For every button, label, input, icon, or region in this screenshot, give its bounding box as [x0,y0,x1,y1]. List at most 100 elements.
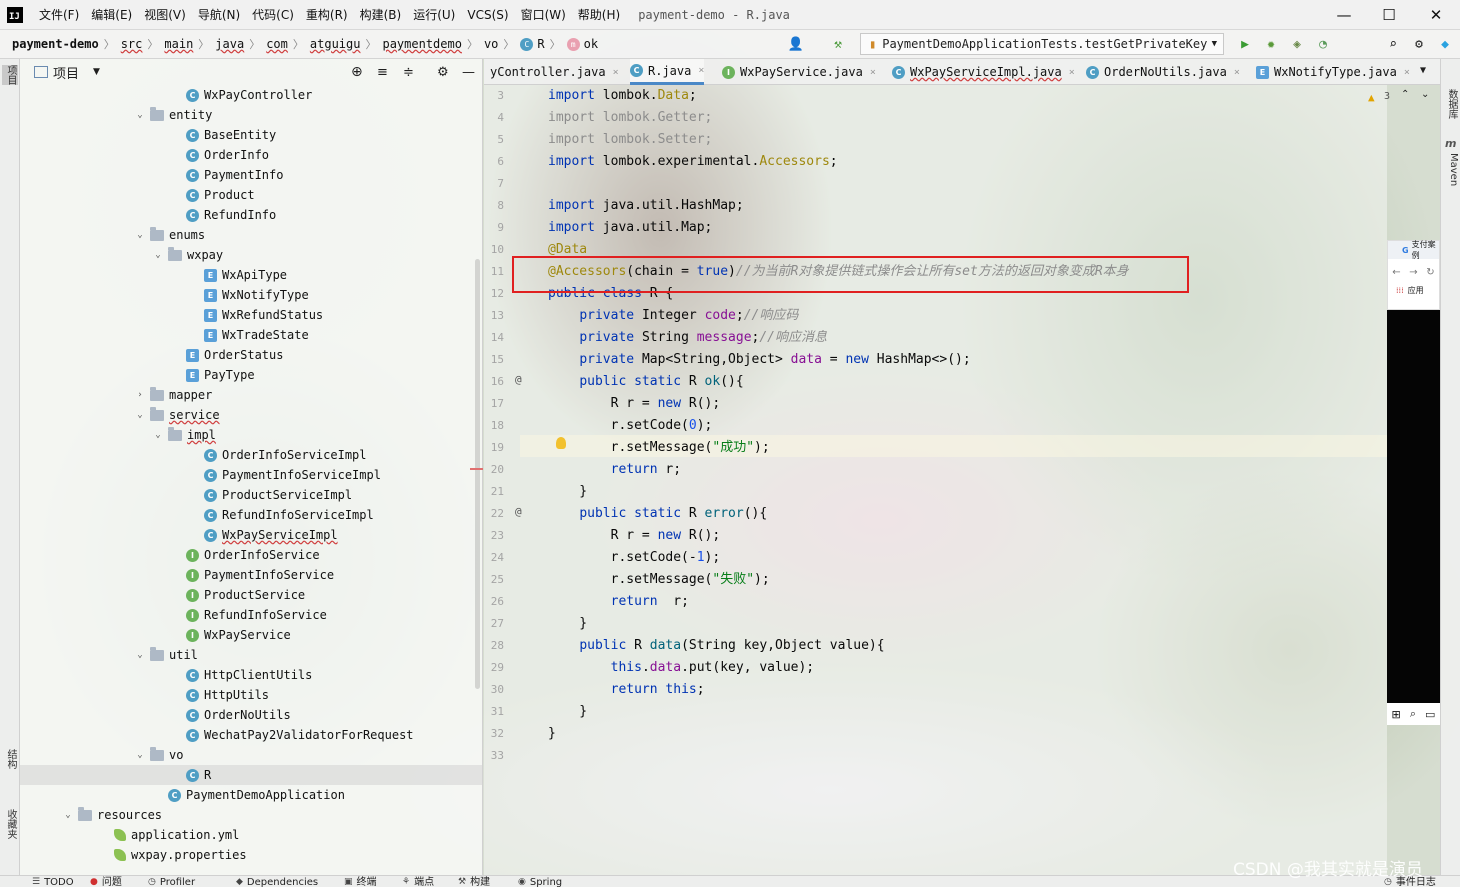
tree-file[interactable]: C HttpUtils [20,685,483,705]
tree-file[interactable]: C ProductServiceImpl [20,485,483,505]
tree-file[interactable]: I OrderInfoService [20,545,483,565]
chevron-down-icon[interactable]: ⌄ [62,810,74,820]
tree-scrollbar[interactable] [475,259,480,689]
favorites-tool-tab[interactable]: 收藏夹 [2,809,18,839]
breadcrumb-item[interactable]: paymentdemo 〉 [376,36,477,52]
tree-file[interactable]: C RefundInfo [20,205,483,225]
debug-icon[interactable]: ✹ [1262,35,1280,53]
user-icon[interactable]: 👤 [787,35,805,53]
tree-file[interactable]: C OrderNoUtils [20,705,483,725]
search-icon[interactable]: ⌕ [1384,35,1402,53]
project-tool-tab[interactable]: 项目 [2,65,18,85]
tree-folder[interactable]: ⌄ util [20,645,483,665]
profile-icon[interactable]: ◔ [1314,35,1332,53]
close-button[interactable]: ✕ [1413,0,1459,30]
bottom-tool-button[interactable]: ⚒ 构建 [458,876,490,887]
menu-item[interactable]: 构建(B) [354,0,408,30]
breadcrumb-item[interactable]: atguigu 〉 [304,36,377,52]
apps-bookmark[interactable]: ⁞⁞⁞ 应用 [1388,285,1439,296]
tree-file[interactable]: C WechatPay2ValidatorForRequest [20,725,483,745]
tree-folder[interactable]: ⌄ wxpay [20,245,483,265]
collapse-all-icon[interactable]: ≑ [403,65,414,80]
database-tool-tab[interactable]: 数据库 [1443,89,1459,119]
next-highlight-icon[interactable]: ⌄ [1421,89,1429,100]
reload-icon[interactable]: ↻ [1426,267,1434,278]
menu-item[interactable]: 帮助(H) [572,0,626,30]
breadcrumb-item[interactable]: java 〉 [209,36,260,52]
bottom-tool-button[interactable]: ⚘ 端点 [402,876,434,887]
tree-file[interactable]: C PaymentDemoApplication [20,785,483,805]
toolbox-icon[interactable]: ◆ [1436,35,1454,53]
project-panel-title[interactable]: 项目 [53,63,79,82]
menu-item[interactable]: 窗口(W) [515,0,572,30]
tabs-dropdown-icon[interactable]: ▼ [1420,65,1426,76]
chevron-down-icon[interactable]: ▼ [93,67,100,77]
minimize-button[interactable]: — [1321,0,1367,30]
editor-tab[interactable]: E WxNotifyType.java × [1256,59,1410,85]
editor-tab[interactable]: I WxPayService.java × [722,59,876,85]
tree-file[interactable]: C Product [20,185,483,205]
bottom-tool-button[interactable]: ☰ TODO [32,876,74,887]
tree-file[interactable]: C BaseEntity [20,125,483,145]
tree-file[interactable]: CR [20,765,483,785]
tree-file[interactable]: E OrderStatus [20,345,483,365]
browser-tab[interactable]: G 支付案例 [1388,240,1439,260]
bottom-tool-button[interactable]: ◆ Dependencies [236,876,318,887]
editor-tab[interactable]: C OrderNoUtils.java × [1086,59,1240,85]
chevron-down-icon[interactable]: ⌄ [134,110,146,120]
tree-folder[interactable]: ⌄ vo [20,745,483,765]
editor-tab[interactable]: yController.java × [490,59,619,85]
chevron-down-icon[interactable]: ⌄ [152,430,164,440]
tree-file[interactable]: C OrderInfoServiceImpl [20,445,483,465]
coverage-icon[interactable]: ◈ [1288,35,1306,53]
chevron-down-icon[interactable]: ⌄ [152,250,164,260]
tree-file[interactable]: C RefundInfoServiceImpl [20,505,483,525]
menu-item[interactable]: 编辑(E) [85,0,138,30]
breadcrumb-item[interactable]: C R 〉 [514,36,561,52]
tree-file[interactable]: I WxPayService [20,625,483,645]
bottom-tool-button[interactable]: ● 问题 [90,876,122,887]
close-tab-icon[interactable]: × [870,67,876,78]
tree-file[interactable]: C PaymentInfo [20,165,483,185]
gear-icon[interactable]: ⚙ [1410,35,1428,53]
tree-file[interactable]: C OrderInfo [20,145,483,165]
tree-folder[interactable]: ⌄ enums [20,225,483,245]
menu-item[interactable]: 导航(N) [192,0,246,30]
forward-icon[interactable]: → [1409,267,1417,278]
override-marker-icon[interactable]: @ [515,505,522,518]
tree-folder[interactable]: ⌄ service [20,405,483,425]
tree-folder[interactable]: ⌄ entity [20,105,483,125]
hide-panel-icon[interactable]: — [462,65,475,80]
chevron-down-icon[interactable]: ⌄ [134,230,146,240]
gear-icon[interactable]: ⚙ [437,65,449,80]
bottom-tool-button[interactable]: ◷ Profiler [148,876,195,887]
tree-file[interactable]: I PaymentInfoService [20,565,483,585]
tree-file[interactable]: C PaymentInfoServiceImpl [20,465,483,485]
code-editor[interactable]: 3 4 5 6 7 8 9 10 11 12 13 14 15 16 17 18 19 20 21 22 23 24 25 2… [484,85,1390,875]
run-icon[interactable]: ▶ [1236,35,1254,53]
bulb-icon[interactable] [556,437,566,449]
menu-item[interactable]: VCS(S) [461,0,514,30]
chevron-down-icon[interactable]: ⌄ [134,750,146,760]
bottom-tool-button[interactable]: ◉ Spring [518,876,562,887]
close-tab-icon[interactable]: × [1069,67,1075,78]
menu-item[interactable]: 运行(U) [407,0,461,30]
expand-all-icon[interactable]: ≡ [377,65,388,80]
editor-tab[interactable]: C WxPayServiceImpl.java × [892,59,1075,85]
close-tab-icon[interactable]: × [1234,67,1240,78]
tree-file[interactable]: I RefundInfoService [20,605,483,625]
task-view-icon[interactable]: ▭ [1425,708,1435,721]
tree-file[interactable]: wxpay.properties [20,845,483,865]
breadcrumb-item[interactable]: com 〉 [260,36,304,52]
structure-tool-tab[interactable]: 结构 [2,749,18,769]
tree-file[interactable]: E WxNotifyType [20,285,483,305]
run-config-selector[interactable]: ▮ PaymentDemoApplicationTests.testGetPri… [860,33,1224,55]
override-marker-icon[interactable]: @ [515,373,522,386]
tree-file[interactable]: E PayType [20,365,483,385]
prev-highlight-icon[interactable]: ⌃ [1401,89,1409,100]
chevron-down-icon[interactable]: ⌄ [134,410,146,420]
tree-folder[interactable]: ⌄ impl [20,425,483,445]
breadcrumb-item[interactable]: payment-demo 〉 [0,36,115,52]
chevron-down-icon[interactable]: ⌄ [134,650,146,660]
tree-folder[interactable]: › mapper [20,385,483,405]
